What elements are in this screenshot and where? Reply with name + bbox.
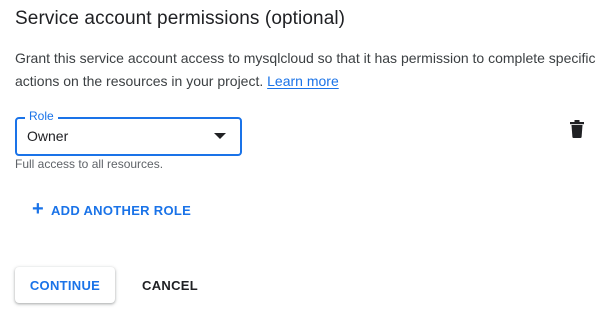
trash-icon [570, 120, 584, 138]
dropdown-arrow-icon [214, 133, 226, 139]
section-description: Grant this service account access to mys… [15, 47, 600, 93]
section-title: Service account permissions (optional) [15, 8, 346, 29]
role-value: Owner [27, 128, 69, 144]
delete-role-button[interactable] [566, 118, 588, 140]
role-hint: Full access to all resources. [15, 157, 164, 171]
cancel-button[interactable]: CANCEL [128, 267, 212, 303]
continue-button[interactable]: CONTINUE [15, 267, 115, 303]
role-select[interactable]: Role Owner [15, 109, 242, 156]
add-another-role-button[interactable]: + ADD ANOTHER ROLE [32, 199, 191, 221]
service-account-permissions-panel: Service account permissions (optional) G… [0, 0, 615, 318]
plus-icon: + [32, 198, 44, 220]
role-label: Role [25, 109, 58, 123]
add-role-label: ADD ANOTHER ROLE [50, 202, 192, 218]
learn-more-link[interactable]: Learn more [267, 73, 339, 89]
